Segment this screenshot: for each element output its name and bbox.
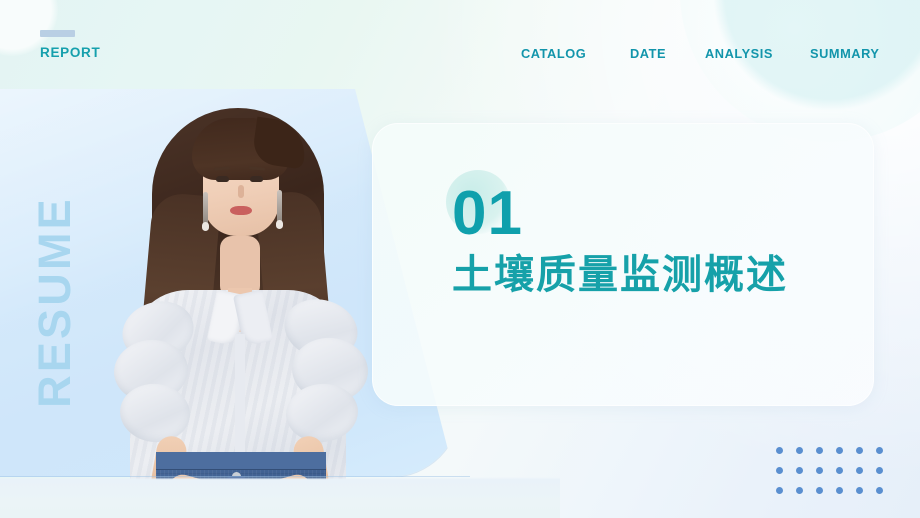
nav-item-date[interactable]: DATE — [630, 44, 666, 64]
grid-dot — [776, 467, 783, 474]
lips — [230, 206, 252, 215]
blouse-placket — [235, 334, 245, 452]
nav-item-catalog[interactable]: CATALOG — [521, 44, 586, 64]
section-title: 土壤质量监测概述 — [452, 252, 788, 297]
eye-left — [216, 176, 229, 182]
grid-dot — [856, 487, 863, 494]
decorative-dot-grid — [776, 447, 883, 495]
eye-right — [250, 176, 263, 182]
resume-label: RESUME — [29, 196, 80, 408]
grid-dot — [876, 447, 883, 454]
earring-right — [276, 190, 283, 229]
grid-dot — [796, 487, 803, 494]
grid-dot — [876, 487, 883, 494]
header-bar: REPORT CATALOG DATE ANALYSIS SUMMARY — [0, 0, 920, 86]
grid-dot — [876, 467, 883, 474]
grid-dot — [796, 447, 803, 454]
section-title-block: 01 土壤质量监测概述 — [452, 179, 872, 298]
grid-dot — [796, 467, 803, 474]
nose — [238, 185, 244, 198]
brand-label: REPORT — [40, 45, 101, 60]
grid-dot — [816, 447, 823, 454]
grid-dot — [856, 467, 863, 474]
grid-dot — [836, 487, 843, 494]
grid-dot — [816, 487, 823, 494]
nav-item-summary[interactable]: SUMMARY — [810, 44, 882, 64]
jeans-waistband — [156, 452, 326, 470]
grid-dot — [856, 447, 863, 454]
panel-bottom-fade — [0, 477, 560, 518]
portrait-figure — [104, 84, 372, 518]
slide-canvas: REPORT CATALOG DATE ANALYSIS SUMMARY RES… — [0, 0, 920, 518]
resume-watermark: RESUME — [25, 172, 85, 432]
grid-dot — [776, 487, 783, 494]
brand-block: REPORT — [40, 30, 100, 60]
earring-left — [202, 192, 209, 231]
nav-item-analysis[interactable]: ANALYSIS — [705, 44, 773, 64]
grid-dot — [836, 447, 843, 454]
grid-dot — [816, 467, 823, 474]
section-number: 01 — [452, 179, 523, 248]
brand-accent-bar — [40, 30, 75, 37]
top-navigation: CATALOG DATE ANALYSIS SUMMARY — [510, 44, 890, 86]
grid-dot — [836, 467, 843, 474]
grid-dot — [776, 447, 783, 454]
